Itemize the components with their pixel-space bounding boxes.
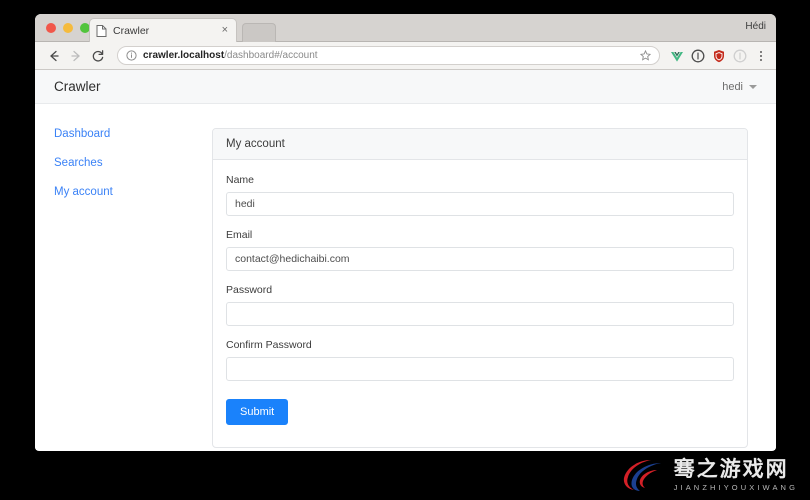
confirm-password-input[interactable] [226,357,734,381]
app-brand[interactable]: Crawler [54,79,101,94]
new-tab-button[interactable] [242,23,276,42]
shield-extension-icon[interactable] [712,49,726,63]
browser-window: Crawler × Hédi crawler.localhost/dashboa… [35,14,776,451]
browser-tab-strip: Crawler × Hédi [35,14,776,42]
watermark-text: 骞之游戏网 JIANZHIYOUXIWANG [673,456,798,492]
page-viewport: Crawler hedi Dashboard Searches My accou… [35,70,776,450]
user-menu-label: hedi [722,80,743,93]
browser-profile-name[interactable]: Hédi [745,21,766,32]
name-input[interactable] [226,192,734,216]
address-bar[interactable]: crawler.localhost/dashboard#/account [117,46,660,65]
password-input[interactable] [226,302,734,326]
browser-extensions [666,49,768,63]
url-path: /dashboard#/account [224,50,318,61]
adblock-icon[interactable] [691,49,705,63]
user-menu[interactable]: hedi [722,81,757,93]
bookmark-star-icon[interactable] [640,50,651,61]
url-host: crawler.localhost [143,50,225,61]
field-group-email: Email [226,229,734,271]
chrome-menu-icon[interactable] [754,49,768,63]
watermark-cn: 骞之游戏网 [673,456,789,481]
app-navbar: Crawler hedi [35,70,776,104]
arrow-right-icon [71,50,80,61]
reload-button[interactable] [87,45,109,67]
browser-toolbar: crawler.localhost/dashboard#/account [35,42,776,70]
vue-devtools-icon[interactable] [670,49,684,63]
card-title: My account [213,129,747,160]
confirm-password-label: Confirm Password [226,339,312,351]
close-icon[interactable]: × [220,25,230,36]
account-form: Name Email Password Confirm Pass [213,160,747,447]
window-traffic-lights [46,23,90,33]
close-window-button[interactable] [46,23,56,33]
sidebar-item-dashboard[interactable]: Dashboard [54,128,212,140]
sidebar-item-searches[interactable]: Searches [54,157,212,169]
password-label: Password [226,284,273,296]
forward-button [65,45,87,67]
email-input[interactable] [226,247,734,271]
name-label: Name [226,174,255,186]
main-content: My account Name Email Password [212,128,776,448]
field-group-name: Name [226,174,734,216]
field-group-password: Password [226,284,734,326]
field-group-confirm-password: Confirm Password [226,339,734,381]
account-card: My account Name Email Password [212,128,748,448]
browser-tab-title: Crawler [113,24,150,37]
email-label: Email [226,229,253,241]
generic-extension-icon[interactable] [733,49,747,63]
submit-button[interactable]: Submit [226,399,289,425]
page-icon [96,24,107,37]
site-info-icon[interactable] [126,50,137,61]
arrow-left-icon [50,50,59,61]
watermark-en: JIANZHIYOUXIWANG [673,482,798,492]
address-bar-url: crawler.localhost/dashboard#/account [143,50,318,61]
chevron-down-icon [749,84,757,89]
sidebar-item-my-account[interactable]: My account [54,186,212,198]
back-button[interactable] [43,45,65,67]
page-body: Dashboard Searches My account My account… [35,104,776,448]
watermark: 骞之游戏网 JIANZHIYOUXIWANG [621,458,798,492]
minimize-window-button[interactable] [63,23,73,33]
reload-icon [92,49,104,61]
sidebar: Dashboard Searches My account [35,128,212,448]
browser-tab[interactable]: Crawler × [89,18,237,42]
watermark-logo-icon [623,460,661,491]
